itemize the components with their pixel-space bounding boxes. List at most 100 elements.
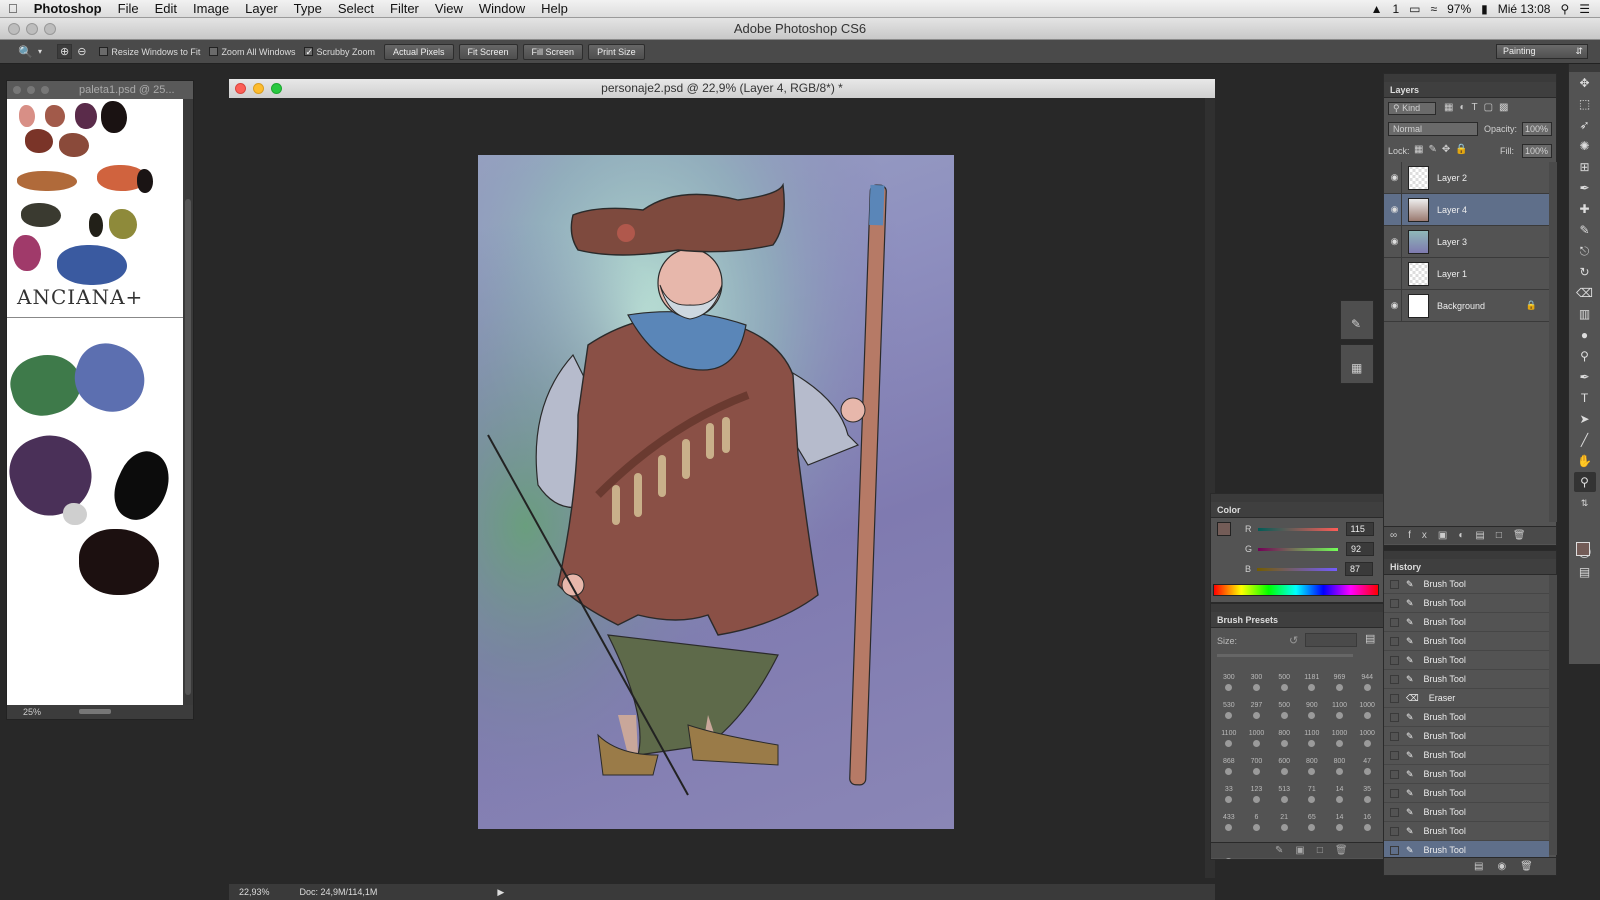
minimize-icon[interactable]: [27, 86, 35, 94]
filter-kind-select[interactable]: ⚲ Kind: [1388, 102, 1436, 115]
eraser-tool-icon[interactable]: ⌫: [1574, 283, 1596, 303]
visibility-eye-icon[interactable]: ◉: [1384, 289, 1402, 322]
brush-preset[interactable]: 700: [1243, 758, 1271, 784]
healing-tool-icon[interactable]: ✚: [1574, 199, 1596, 219]
brush-preset[interactable]: 123: [1243, 786, 1271, 812]
menu-filter[interactable]: Filter: [382, 0, 427, 18]
brush-preset[interactable]: 500: [1270, 702, 1298, 728]
brush-preset[interactable]: 800: [1326, 758, 1354, 784]
layer-row-layer-1[interactable]: Layer 1: [1384, 257, 1549, 290]
brush-preset[interactable]: 35: [1353, 786, 1381, 812]
notifications-icon[interactable]: ☰: [1579, 2, 1590, 16]
history-footer-icons[interactable]: ▤◉🗑: [1384, 857, 1556, 875]
brush-preset[interactable]: 16: [1353, 814, 1381, 840]
color-panel-header[interactable]: Color: [1211, 502, 1383, 518]
zoom-all-checkbox[interactable]: Zoom All Windows: [209, 47, 295, 57]
history-state[interactable]: ✎ Brush Tool: [1384, 803, 1549, 822]
history-snapshot-checkbox[interactable]: [1390, 674, 1399, 684]
main-document-window[interactable]: personaje2.psd @ 22,9% (Layer 4, RGB/8*)…: [229, 79, 1215, 899]
brush-preset[interactable]: 530: [1215, 702, 1243, 728]
palette-zoom-readout[interactable]: 25%: [23, 707, 41, 717]
layer-row-layer-2[interactable]: ◉ Layer 2: [1384, 161, 1549, 194]
history-state[interactable]: ✎ Brush Tool: [1384, 594, 1549, 613]
palette-document-window[interactable]: paleta1.psd @ 25... ANCIANA+ 25%: [6, 80, 194, 720]
red-slider[interactable]: [1257, 527, 1338, 531]
wifi-icon[interactable]: ≈: [1431, 2, 1438, 16]
menu-window[interactable]: Window: [471, 0, 533, 18]
history-snapshot-checkbox[interactable]: [1390, 731, 1399, 741]
clone-source-icon[interactable]: ▦: [1351, 361, 1362, 375]
size-input[interactable]: [1305, 633, 1357, 647]
input-indicator[interactable]: 1: [1392, 2, 1399, 16]
history-state[interactable]: ✎ Brush Tool: [1384, 784, 1549, 803]
close-icon[interactable]: [13, 86, 21, 94]
swap-colors-icon[interactable]: ⇅: [1574, 493, 1596, 513]
adobe-icon[interactable]: ▲: [1371, 2, 1383, 16]
doc-size-readout[interactable]: Doc: 24,9M/114,1M: [300, 887, 378, 897]
collapsed-panel-brush[interactable]: ✎: [1340, 300, 1374, 340]
history-snapshot-checkbox[interactable]: [1390, 826, 1399, 836]
history-snapshot-checkbox[interactable]: [1390, 598, 1399, 608]
resize-windows-checkbox[interactable]: Resize Windows to Fit: [99, 47, 200, 57]
print-size-button[interactable]: Print Size: [588, 43, 645, 60]
status-menu-arrow-icon[interactable]: ▶: [497, 887, 504, 898]
opacity-input[interactable]: 100%: [1522, 122, 1552, 136]
history-state[interactable]: ✎ Brush Tool: [1384, 822, 1549, 841]
fill-input[interactable]: 100%: [1522, 144, 1552, 158]
visibility-eye-icon[interactable]: ◉: [1384, 193, 1402, 226]
brush-preset[interactable]: 14: [1326, 814, 1354, 840]
history-snapshot-checkbox[interactable]: [1390, 750, 1399, 760]
layers-scrollbar[interactable]: [1549, 162, 1557, 522]
airplay-icon[interactable]: ▭: [1409, 2, 1420, 16]
blue-slider[interactable]: [1257, 567, 1338, 571]
visibility-eye-icon[interactable]: ◉: [1384, 161, 1402, 194]
document-tab[interactable]: personaje2.psd @ 22,9% (Layer 4, RGB/8*)…: [229, 79, 1215, 98]
minimize-doc-icon[interactable]: [253, 83, 264, 94]
fit-screen-button[interactable]: Fit Screen: [458, 43, 518, 60]
zoom-out-icon[interactable]: ⊖: [77, 45, 86, 58]
close-window-button[interactable]: [8, 23, 20, 35]
palette-document-title[interactable]: paleta1.psd @ 25...: [7, 81, 193, 99]
history-panel-header[interactable]: History: [1384, 559, 1556, 575]
history-snapshot-checkbox[interactable]: [1390, 617, 1399, 627]
apple-menu[interactable]: : [0, 0, 26, 18]
layer-name[interactable]: Layer 3: [1437, 237, 1467, 247]
history-state[interactable]: ✎ Brush Tool: [1384, 670, 1549, 689]
brush-preset[interactable]: 65: [1298, 814, 1326, 840]
brush-preset[interactable]: 47: [1353, 758, 1381, 784]
zoom-tool-icon[interactable]: 🔍: [18, 45, 33, 59]
actual-pixels-button[interactable]: Actual Pixels: [384, 43, 454, 60]
scrubby-zoom-checkbox[interactable]: Scrubby Zoom: [304, 47, 375, 57]
brush-preset[interactable]: 1100: [1215, 730, 1243, 756]
history-snapshot-checkbox[interactable]: [1390, 788, 1399, 798]
layer-name[interactable]: Layer 2: [1437, 173, 1467, 183]
history-state[interactable]: ✎ Brush Tool: [1384, 575, 1549, 594]
new-preset-icon[interactable]: ▤: [1365, 632, 1375, 645]
brush-preset[interactable]: 500: [1270, 674, 1298, 700]
green-slider[interactable]: [1258, 547, 1339, 551]
brush-preset[interactable]: 1000: [1243, 730, 1271, 756]
gradient-tool-icon[interactable]: ▥: [1574, 304, 1596, 324]
history-snapshot-checkbox[interactable]: [1390, 712, 1399, 722]
minimize-window-button[interactable]: [26, 23, 38, 35]
hand-tool-icon[interactable]: ✋: [1574, 451, 1596, 471]
battery-icon[interactable]: ▮: [1481, 2, 1488, 16]
visibility-eye-icon[interactable]: ◉: [1384, 225, 1402, 258]
size-slider[interactable]: [1217, 654, 1353, 657]
quick-select-tool-icon[interactable]: ✺: [1574, 136, 1596, 156]
menu-edit[interactable]: Edit: [147, 0, 185, 18]
type-tool-icon[interactable]: T: [1574, 388, 1596, 408]
screen-mode-icon[interactable]: ▤: [1574, 562, 1596, 582]
brush-tool-icon[interactable]: ✎: [1574, 220, 1596, 240]
brush-preset[interactable]: 300: [1243, 674, 1271, 700]
pen-tool-icon[interactable]: ✒: [1574, 367, 1596, 387]
close-doc-icon[interactable]: [235, 83, 246, 94]
brush-presets-header[interactable]: Brush Presets: [1211, 612, 1383, 628]
brush-preset[interactable]: 900: [1298, 702, 1326, 728]
visibility-toggle-off[interactable]: [1384, 257, 1402, 290]
eyedropper-tool-icon[interactable]: ✒: [1574, 178, 1596, 198]
palette-canvas[interactable]: ANCIANA+: [7, 99, 183, 709]
brush-preset[interactable]: 1181: [1298, 674, 1326, 700]
lock-icons[interactable]: ▦✎✥🔒: [1414, 144, 1473, 155]
panel-collapse-bar[interactable]: [1569, 64, 1600, 72]
